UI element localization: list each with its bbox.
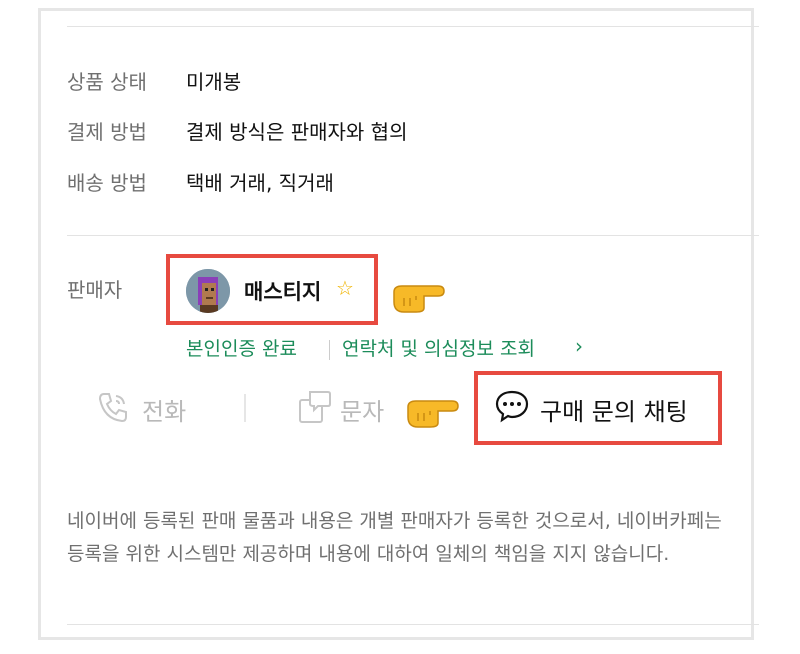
bottom-divider xyxy=(67,624,759,625)
action-separator xyxy=(244,394,246,422)
chat-bubble-icon[interactable] xyxy=(494,389,530,427)
call-button[interactable]: 전화 xyxy=(142,392,186,427)
delivery-label: 배송 방법 xyxy=(67,171,147,195)
condition-label: 상품 상태 xyxy=(67,70,147,94)
top-divider xyxy=(67,26,759,27)
verify-separator xyxy=(329,340,330,360)
pointing-hand-icon xyxy=(390,278,446,318)
chevron-right-icon[interactable]: › xyxy=(575,334,583,358)
star-icon: ☆ xyxy=(336,276,354,300)
identity-verified-status: 본인인증 완료 xyxy=(186,338,297,360)
payment-label: 결제 방법 xyxy=(67,120,147,144)
phone-icon[interactable] xyxy=(96,390,130,430)
purchase-inquiry-chat-button[interactable]: 구매 문의 채팅 xyxy=(540,392,688,427)
payment-value: 결제 방식은 판매자와 협의 xyxy=(186,120,408,144)
message-icon[interactable] xyxy=(296,390,332,430)
section-divider xyxy=(67,235,759,236)
seller-name[interactable]: 매스티지 xyxy=(244,276,321,306)
sms-button[interactable]: 문자 xyxy=(340,392,384,427)
contact-lookup-link[interactable]: 연락처 및 의심정보 조회 xyxy=(342,334,535,361)
condition-value: 미개봉 xyxy=(186,70,242,94)
pointing-hand-icon xyxy=(404,393,460,433)
seller-label: 판매자 xyxy=(67,278,123,302)
disclaimer-notice: 네이버에 등록된 판매 물품과 내용은 개별 판매자가 등록한 것으로서, 네이… xyxy=(67,510,722,565)
seller-avatar[interactable] xyxy=(186,269,230,313)
delivery-value: 택배 거래, 직거래 xyxy=(186,171,334,195)
